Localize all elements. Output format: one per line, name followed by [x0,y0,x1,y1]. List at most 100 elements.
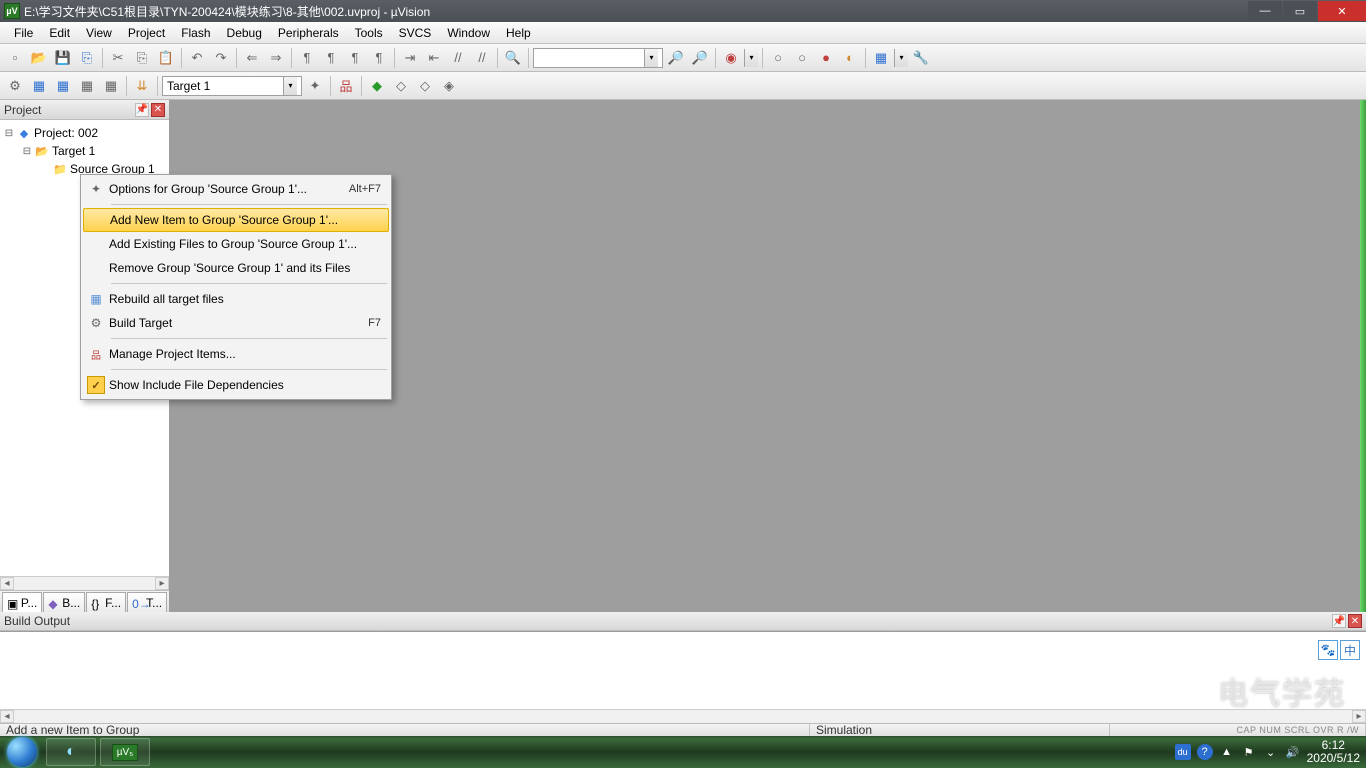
incremental-find-button[interactable]: 🔎 [689,47,711,69]
tray-help-icon[interactable]: ? [1197,744,1213,760]
save-all-button[interactable]: ⎘ [76,47,98,69]
redo-button[interactable]: ↷ [210,47,232,69]
ctx-separator [111,338,387,339]
paste-button[interactable]: 📋 [155,47,177,69]
window-minimize-button[interactable]: — [1248,1,1282,21]
breakpoint-button[interactable]: ○ [767,47,789,69]
tray-volume-icon[interactable]: 🔊 [1285,744,1301,760]
build-output-pin-button[interactable]: 📌 [1332,614,1346,628]
nav-back-button[interactable]: ⇐ [241,47,263,69]
bookmark-clear-button[interactable]: ¶ [368,47,390,69]
menu-edit[interactable]: Edit [41,23,78,43]
target-options-button[interactable]: ✦ [304,75,326,97]
tray-action-center-icon[interactable]: ⌄ [1263,744,1279,760]
ctx-remove-group[interactable]: Remove Group 'Source Group 1' and its Fi… [83,256,389,280]
tray-flag-icon[interactable]: ⚑ [1241,744,1257,760]
tree-project-node[interactable]: ⊟ Project: 002 [2,124,167,142]
books-button[interactable]: ◈ [438,75,460,97]
window-layout-button[interactable]: ▦ [870,47,892,69]
tray-up-icon[interactable]: ▲ [1219,744,1235,760]
copy-button[interactable]: ⎘ [131,47,153,69]
debug-button[interactable]: ◉ [720,47,742,69]
translate-button[interactable]: ⚙ [4,75,26,97]
ctx-add-existing-files[interactable]: Add Existing Files to Group 'Source Grou… [83,232,389,256]
menu-flash[interactable]: Flash [173,23,218,43]
cut-button[interactable]: ✂ [107,47,129,69]
configure-button[interactable]: 🔧 [910,47,932,69]
outdent-button[interactable]: ⇤ [423,47,445,69]
bookmark-next-button[interactable]: ¶ [320,47,342,69]
ime-badge-1[interactable]: 🐾 [1318,640,1338,660]
menu-file[interactable]: File [6,23,41,43]
rebuild-button[interactable]: ▦ [52,75,74,97]
panel-tab-templates[interactable]: 0→T... [127,592,167,612]
window-close-button[interactable]: ✕ [1318,1,1366,21]
ime-badge-2[interactable]: 中 [1340,640,1360,660]
tray-clock[interactable]: 6:12 2020/5/12 [1307,739,1360,765]
panel-close-button[interactable]: ✕ [151,103,165,117]
tray-ime-icon[interactable]: du [1175,744,1191,760]
window-layout-dropdown[interactable]: ▾ [894,49,908,67]
start-button[interactable] [0,736,44,768]
menu-svcs[interactable]: SVCS [391,23,440,43]
select-packs-button[interactable]: ◇ [390,75,412,97]
toolbar-separator [181,48,182,68]
manage-items-button[interactable]: 品 [335,75,357,97]
menu-debug[interactable]: Debug [219,23,270,43]
pack-installer-button[interactable]: ◇ [414,75,436,97]
status-hint: Add a new Item to Group [0,724,810,737]
uncomment-button[interactable]: // [471,47,493,69]
right-gutter [1360,100,1366,612]
target-combo[interactable]: Target 1 ▾ [162,76,302,96]
menu-project[interactable]: Project [120,23,173,43]
ctx-rebuild-all[interactable]: Rebuild all target files [83,287,389,311]
open-file-button[interactable]: 📂 [28,47,50,69]
panel-pin-button[interactable]: 📌 [135,103,149,117]
app-icon: µV [4,3,20,19]
menu-window[interactable]: Window [439,23,498,43]
undo-button[interactable]: ↶ [186,47,208,69]
panel-tab-books[interactable]: ◆B... [43,592,85,612]
ctx-manage-project-items[interactable]: Manage Project Items... [83,342,389,366]
panel-tab-project[interactable]: ▣P... [2,592,42,612]
comment-button[interactable]: // [447,47,469,69]
breakpoint-kill-button[interactable]: ● [815,47,837,69]
manage-rte-button[interactable]: ◆ [366,75,388,97]
toolbar-separator [497,48,498,68]
batch-build-button[interactable]: ▦ [76,75,98,97]
stop-build-button[interactable]: ▦ [100,75,122,97]
breakpoint-disable-button[interactable]: ○ [791,47,813,69]
group-icon [52,162,68,176]
ctx-build-target[interactable]: Build Target F7 [83,311,389,335]
save-button[interactable]: 💾 [52,47,74,69]
breakpoint-toggle-button[interactable]: ◐ [839,47,861,69]
new-file-button[interactable]: ▫ [4,47,26,69]
menu-view[interactable]: View [78,23,120,43]
bookmark-button[interactable]: ¶ [296,47,318,69]
panel-tab-functions[interactable]: {}F... [86,592,126,612]
indent-button[interactable]: ⇥ [399,47,421,69]
ctx-options-for-group[interactable]: Options for Group 'Source Group 1'... Al… [83,177,389,201]
menu-help[interactable]: Help [498,23,539,43]
download-button[interactable]: ⇊ [131,75,153,97]
tree-hscrollbar[interactable]: ◂▸ [0,576,169,590]
tree-target-node[interactable]: ⊟ Target 1 [2,142,167,160]
build-button[interactable]: ▦ [28,75,50,97]
bookmark-prev-button[interactable]: ¶ [344,47,366,69]
toolbar-separator [865,48,866,68]
ctx-add-new-item[interactable]: Add New Item to Group 'Source Group 1'..… [83,208,389,232]
find-button[interactable]: 🔎 [665,47,687,69]
menu-tools[interactable]: Tools [347,23,391,43]
build-output-close-button[interactable]: ✕ [1348,614,1362,628]
taskbar-app-1[interactable]: ◐ [46,738,96,766]
find-in-files-button[interactable]: 🔍 [502,47,524,69]
build-output-hscrollbar[interactable]: ◂▸ [0,709,1366,723]
menu-peripherals[interactable]: Peripherals [270,23,347,43]
target-icon [34,144,50,158]
ctx-show-include-deps[interactable]: ✓ Show Include File Dependencies [83,373,389,397]
find-combo[interactable]: ▾ [533,48,663,68]
nav-fwd-button[interactable]: ⇒ [265,47,287,69]
taskbar-app-uvision[interactable]: µV₅ [100,738,150,766]
window-maximize-button[interactable]: ▭ [1283,1,1317,21]
debug-dropdown[interactable]: ▾ [744,49,758,67]
